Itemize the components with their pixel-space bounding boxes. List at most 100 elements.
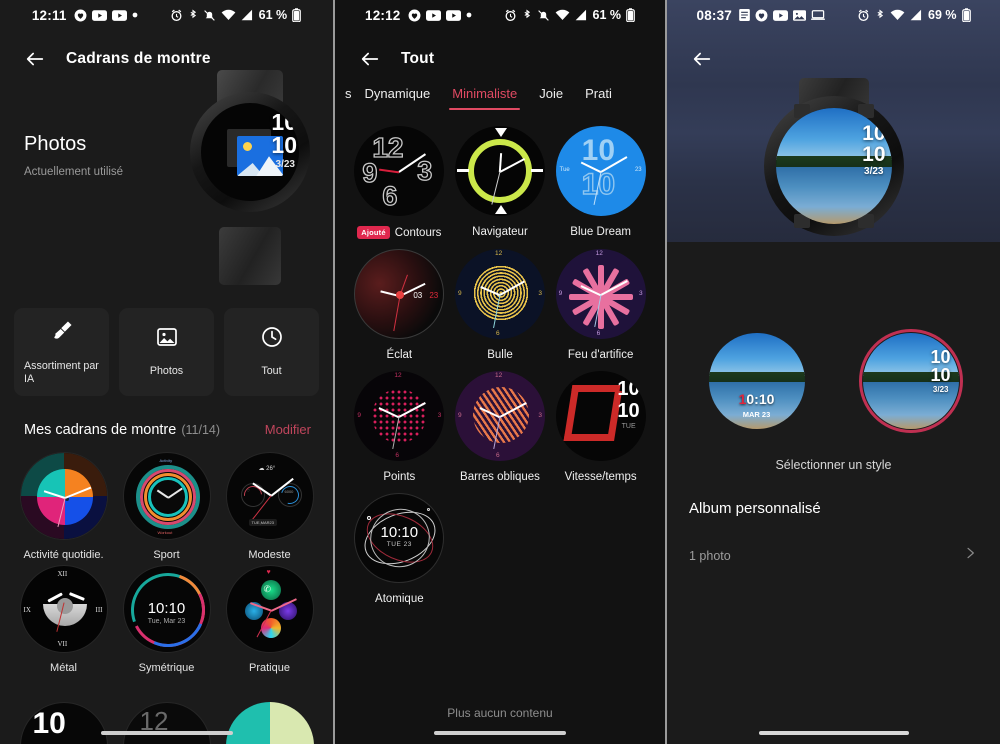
style-option-wrap-selected[interactable]: 10 10 3/23 — [856, 326, 966, 436]
tab-partial[interactable]: s — [339, 86, 354, 110]
face-item[interactable]: 10 10 TUE Vitesse/temps — [550, 371, 651, 483]
face-thumbnail[interactable]: 10 10 Tue 23 — [555, 126, 646, 216]
face-label: Atomique — [375, 593, 424, 605]
tab-dynamique[interactable]: Dynamique — [354, 86, 442, 110]
back-arrow-icon[interactable] — [691, 48, 713, 70]
tab-joie[interactable]: Joie — [528, 86, 574, 110]
face-thumbnail[interactable]: 10 10 TUE — [555, 371, 646, 461]
status-bar: 08:37 69 % — [667, 0, 1000, 30]
face-label: Métal — [50, 662, 77, 674]
face-thumbnail[interactable]: 10:10 Tue, Mar 23 — [122, 565, 211, 653]
image-icon — [793, 9, 807, 21]
face-thumbnail[interactable] — [454, 126, 545, 216]
style1-date: MAR 23 — [742, 410, 771, 419]
style-options: 10:10 MAR 23 10 10 3/23 — [667, 242, 1000, 436]
face-thumbnail[interactable]: 03 23 — [354, 249, 445, 339]
hero-watch-date: 3/23 — [275, 159, 295, 170]
laptop-icon — [811, 9, 826, 21]
face-date: Tue, Mar 23 — [147, 618, 186, 625]
face-label: Bulle — [487, 349, 513, 361]
style-option-wrap[interactable]: 10:10 MAR 23 — [702, 326, 812, 436]
album-photo-count: 1 photo — [689, 548, 731, 563]
album-row[interactable]: 1 photo — [667, 517, 1000, 566]
face-thumbnail[interactable]: XII III VII IX — [19, 565, 108, 653]
face-label: Vitesse/temps — [564, 471, 637, 483]
face-item[interactable]: ☁ 26° ♡ 6000 TUE,MAR23 Modeste — [218, 452, 321, 561]
style-option-2[interactable]: 10 10 3/23 — [862, 333, 959, 429]
wifi-icon — [890, 9, 905, 21]
dot-icon — [132, 12, 138, 18]
action-ai-match[interactable]: Assortiment par IA — [14, 308, 109, 396]
tab-prati[interactable]: Prati — [574, 86, 623, 110]
chevron-right-icon — [962, 545, 978, 566]
album-title: Album personnalisé — [689, 500, 821, 517]
face-thumbnail[interactable]: 12 3 6 9 — [354, 126, 445, 216]
face-thumbnail[interactable]: 10:10 TUE 23 — [354, 493, 445, 583]
face-item[interactable]: 12 3 6 9 Bulle — [450, 249, 551, 361]
back-arrow-icon[interactable] — [24, 48, 46, 70]
style2-time: 10 10 — [930, 347, 951, 385]
action-all[interactable]: Tout — [224, 308, 319, 396]
face-item[interactable]: ♥ ✆ Pratique — [218, 565, 321, 674]
face-thumbnail[interactable]: 12 3 6 9 — [354, 371, 445, 461]
face-caption: Atomique — [375, 593, 424, 605]
face-label: Blue Dream — [570, 226, 632, 238]
page-title: Tout — [401, 50, 435, 67]
face-time-top: 10 — [617, 378, 640, 400]
action-photos[interactable]: Photos — [119, 308, 214, 396]
panel-photo-face-editor: 08:37 69 % 10 10 3/23 10:10 MAR 23 10 10… — [667, 0, 1000, 744]
face-date: TUE — [621, 423, 636, 430]
face-item[interactable]: Navigateur — [450, 126, 551, 239]
face-time: 10:10 — [380, 524, 419, 541]
face-item[interactable]: 10:10 TUE 23 Atomique — [349, 493, 450, 605]
face-thumbnail[interactable]: Activity Workout — [122, 452, 211, 540]
mute-icon — [537, 9, 550, 22]
face-thumbnail[interactable]: ♥ ✆ — [225, 565, 314, 653]
status-left-icons: 12:11 — [32, 8, 138, 23]
face-label: Barres obliques — [460, 471, 540, 483]
status-bar: 12:12 61 % — [335, 0, 665, 30]
youtube-icon — [91, 9, 107, 21]
face-item[interactable]: Activité quotidie. — [12, 452, 115, 561]
battery-icon — [961, 8, 971, 22]
bluetooth-icon — [522, 9, 532, 22]
hero-subtitle: Actuellement utilisé — [24, 166, 124, 178]
back-arrow-icon[interactable] — [359, 48, 381, 70]
face-item[interactable]: 12 3 6 9 Barres obliques — [450, 371, 551, 483]
screenshot-root: 12:11 61 % Cadrans de montre Photos Actu… — [0, 0, 1000, 744]
face-thumbnail[interactable]: 12 3 6 9 — [454, 249, 545, 339]
panel-watch-faces-home: 12:11 61 % Cadrans de montre Photos Actu… — [0, 0, 333, 744]
wifi-icon — [555, 9, 570, 21]
image-icon — [155, 325, 179, 354]
edit-link[interactable]: Modifier — [265, 422, 311, 437]
face-item[interactable]: 03 23 Éclat — [349, 249, 450, 361]
face-item[interactable] — [218, 702, 321, 744]
heart-icon — [408, 9, 421, 22]
face-thumbnail[interactable]: 12 3 6 9 — [555, 249, 646, 339]
tab-minimaliste[interactable]: Minimaliste — [441, 86, 528, 110]
face-item[interactable]: 12 3 6 9 Feu d'artifice — [550, 249, 651, 361]
hero-title: Photos — [24, 133, 87, 155]
alarm-icon — [857, 9, 870, 22]
face-thumbnail[interactable]: ☁ 26° ♡ 6000 TUE,MAR23 — [225, 452, 314, 540]
face-label: Symétrique — [138, 662, 195, 674]
face-item[interactable]: 12 3 6 9 Points — [349, 371, 450, 483]
status-left-icons: 12:12 — [365, 8, 472, 23]
face-item[interactable]: 10:10 Tue, Mar 23 Symétrique — [115, 565, 218, 674]
preview-time: 10 10 — [862, 122, 886, 166]
face-item[interactable]: 12 3 6 9 Ajouté Contours — [349, 126, 450, 239]
battery-percentage: 61 % — [592, 8, 622, 22]
face-caption: Points — [383, 471, 415, 483]
face-thumbnail[interactable] — [19, 452, 108, 540]
face-item[interactable]: 10 10 Tue 23 Blue Dream — [550, 126, 651, 239]
brush-icon — [49, 318, 75, 349]
face-item[interactable]: 12 — [115, 702, 218, 744]
face-item[interactable]: XII III VII IX Métal — [12, 565, 115, 674]
face-item[interactable]: Activity Workout Sport — [115, 452, 218, 561]
face-caption: Barres obliques — [460, 471, 540, 483]
face-label: Navigateur — [472, 226, 528, 238]
face-item[interactable]: 10 — [12, 702, 115, 744]
style-option-1[interactable]: 10:10 MAR 23 — [708, 333, 805, 429]
hero-text: Photos Actuellement utilisé — [24, 133, 123, 178]
face-thumbnail[interactable]: 12 3 6 9 — [454, 371, 545, 461]
